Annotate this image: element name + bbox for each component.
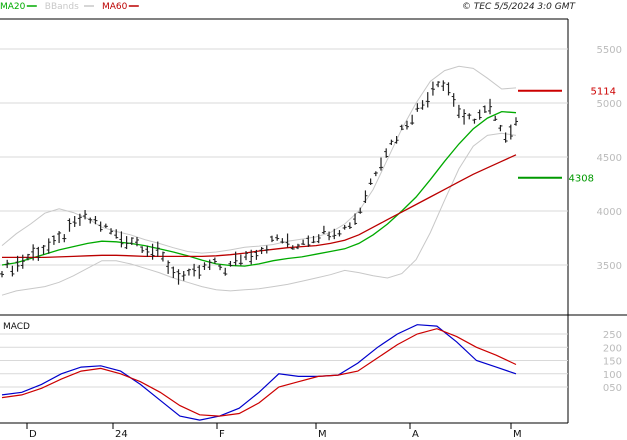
macd-y-tick-label: 050 bbox=[603, 383, 622, 394]
x-axis-ticks: D 24 F M A M bbox=[26, 423, 522, 440]
macd-y-tick-label: 100 bbox=[603, 370, 622, 381]
x-tick-label: 24 bbox=[115, 429, 128, 440]
price-level-label: 5114 bbox=[591, 87, 616, 98]
macd-y-tick-label: 250 bbox=[603, 330, 622, 341]
price-y-tick-label: 5000 bbox=[597, 99, 622, 110]
macd-y-tick-label: 200 bbox=[603, 343, 622, 354]
x-tick-label: D bbox=[29, 429, 37, 440]
price-y-tick-label: 3500 bbox=[597, 261, 622, 272]
macd-series-layer bbox=[1, 324, 517, 421]
x-tick-label: A bbox=[412, 429, 419, 440]
copyright-text: © TEC 5/5/2024 3:0 GMT bbox=[462, 2, 577, 12]
price-y-tick-label: 4000 bbox=[597, 207, 622, 218]
stock-chart: MA20 BBands MA60 © TEC 5/5/2024 3:0 GMT MA… bbox=[0, 0, 627, 440]
legend-label-bbands: BBands bbox=[45, 2, 79, 12]
ma60-line bbox=[2, 154, 517, 259]
header-legend: MA20 BBands MA60 bbox=[0, 2, 139, 12]
x-tick-label: F bbox=[219, 429, 225, 440]
price-y-tick-label: 4500 bbox=[597, 153, 622, 164]
price-level-label: 4308 bbox=[569, 174, 594, 185]
chart-canvas: MA20 BBands MA60 © TEC 5/5/2024 3:0 GMT MA… bbox=[0, 2, 627, 440]
bband-upper-line bbox=[1, 65, 517, 254]
macd-y-tick-label: 150 bbox=[603, 357, 622, 368]
macd-signal-line bbox=[1, 328, 517, 417]
x-tick-label: M bbox=[513, 429, 522, 440]
price-y-tick-label: 5500 bbox=[597, 45, 622, 56]
price-bars-layer bbox=[0, 80, 518, 285]
legend-label-ma60: MA60 bbox=[102, 2, 128, 12]
ma20-line bbox=[1, 110, 517, 267]
price-series-layer bbox=[1, 65, 517, 296]
macd-pane-label: MACD bbox=[3, 322, 30, 332]
macd-grid bbox=[0, 333, 568, 388]
price-grid bbox=[0, 48, 568, 266]
x-tick-label: M bbox=[318, 429, 327, 440]
legend-label-ma20: MA20 bbox=[0, 2, 26, 12]
